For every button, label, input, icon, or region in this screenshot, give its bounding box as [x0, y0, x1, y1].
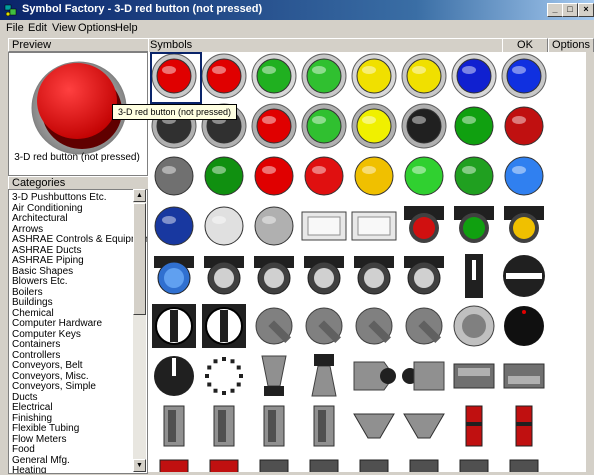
- symbol-switch-icon[interactable]: [403, 413, 445, 439]
- symbol-button-icon[interactable]: [504, 106, 544, 146]
- symbol-button-icon[interactable]: [351, 53, 397, 99]
- menu-edit[interactable]: Edit: [28, 22, 47, 34]
- preview-caption: 3-D red button (not pressed): [14, 152, 140, 163]
- scroll-up-icon[interactable]: ▲: [133, 189, 146, 202]
- symbol-knob-icon[interactable]: [152, 304, 196, 348]
- preview-header: Preview: [8, 38, 149, 52]
- symbol-switch-icon[interactable]: [359, 459, 389, 475]
- menu-bar: File Edit View Options Help: [0, 20, 594, 37]
- symbol-button-icon[interactable]: [304, 156, 344, 196]
- symbol-rect-button-icon[interactable]: [351, 211, 397, 241]
- symbol-toggle-icon[interactable]: [353, 361, 396, 391]
- symbol-selector-icon[interactable]: [404, 256, 444, 295]
- menu-options[interactable]: Options: [78, 22, 116, 34]
- symbol-button-icon[interactable]: [251, 103, 297, 149]
- menu-view[interactable]: View: [52, 22, 76, 34]
- symbol-button-icon[interactable]: [254, 206, 294, 246]
- selected-symbol-highlight: [150, 52, 202, 104]
- ok-button[interactable]: OK: [502, 38, 548, 53]
- symbol-lamp-icon[interactable]: [504, 206, 544, 243]
- symbol-button-icon[interactable]: [354, 156, 394, 196]
- symbol-rocker-icon[interactable]: [453, 363, 495, 389]
- symbol-switch-icon[interactable]: [159, 459, 189, 475]
- symbol-button-icon[interactable]: [201, 53, 247, 99]
- symbol-knob-icon[interactable]: [255, 307, 293, 345]
- symbol-tooltip: 3-D red button (not pressed): [112, 104, 237, 120]
- menu-help[interactable]: Help: [115, 22, 138, 34]
- symbol-button-icon[interactable]: [254, 156, 294, 196]
- symbol-toggle-icon[interactable]: [402, 361, 445, 391]
- symbols-header: Symbols: [150, 39, 193, 51]
- symbol-selector-icon[interactable]: [254, 256, 294, 295]
- symbol-button-icon[interactable]: [501, 53, 547, 99]
- symbol-knob-icon[interactable]: [504, 306, 544, 346]
- symbol-button-icon[interactable]: [504, 156, 544, 196]
- symbol-lamp-icon[interactable]: [404, 206, 444, 243]
- symbol-switch-icon[interactable]: [309, 459, 339, 475]
- symbol-rocker-icon[interactable]: [503, 363, 545, 389]
- symbol-switch-icon[interactable]: [353, 413, 395, 439]
- window-title: Symbol Factory - 3-D red button (not pre…: [22, 3, 263, 15]
- symbol-switch-icon[interactable]: [509, 459, 539, 475]
- symbol-button-icon[interactable]: [204, 206, 244, 246]
- options-button[interactable]: Options: [548, 38, 594, 53]
- symbol-selector-icon[interactable]: [154, 256, 194, 295]
- symbol-knob-icon[interactable]: [355, 307, 393, 345]
- symbol-switch-icon[interactable]: [465, 405, 483, 447]
- maximize-button[interactable]: □: [562, 3, 578, 17]
- app-icon: [4, 3, 18, 17]
- symbol-switch-icon[interactable]: [515, 405, 533, 447]
- symbol-switch-icon[interactable]: [409, 459, 439, 475]
- symbol-button-icon[interactable]: [301, 103, 347, 149]
- symbol-button-icon[interactable]: [154, 156, 194, 196]
- symbol-selector-icon[interactable]: [354, 256, 394, 295]
- symbol-button-icon[interactable]: [451, 53, 497, 99]
- categories-list[interactable]: 3-D Pushbuttons Etc. Air Conditioning Arch…: [8, 189, 148, 474]
- symbol-button-icon[interactable]: [404, 156, 444, 196]
- symbol-button-icon[interactable]: [401, 53, 447, 99]
- scroll-thumb[interactable]: [133, 203, 146, 315]
- symbol-lamp-icon[interactable]: [454, 206, 494, 243]
- symbol-knob-icon[interactable]: [405, 307, 443, 345]
- categories-scrollbar[interactable]: ▲ ▼: [133, 189, 146, 472]
- symbol-switch-icon[interactable]: [163, 405, 185, 447]
- symbol-knob-icon[interactable]: [202, 304, 246, 348]
- symbol-button-icon[interactable]: [401, 103, 447, 149]
- symbol-button-icon[interactable]: [351, 103, 397, 149]
- symbol-button-icon[interactable]: [251, 53, 297, 99]
- symbol-switch-icon[interactable]: [259, 459, 289, 475]
- category-item[interactable]: Heating: [12, 465, 46, 473]
- minimize-button[interactable]: _: [547, 3, 563, 17]
- symbol-selector-icon[interactable]: [304, 256, 344, 295]
- symbols-scrollbar[interactable]: [586, 52, 594, 472]
- symbol-switch-icon[interactable]: [263, 405, 285, 447]
- categories-header: Categories: [8, 176, 149, 190]
- symbol-dial-scale-icon[interactable]: [205, 357, 243, 395]
- symbol-selector-icon[interactable]: [465, 254, 483, 298]
- symbol-dial-icon[interactable]: [154, 356, 194, 396]
- symbol-button-icon[interactable]: [454, 156, 494, 196]
- symbol-button-icon[interactable]: [204, 156, 244, 196]
- symbol-lever-icon[interactable]: [261, 355, 287, 396]
- symbol-rect-button-icon[interactable]: [301, 211, 347, 241]
- symbol-selector-icon[interactable]: [503, 255, 545, 297]
- symbol-switch-icon[interactable]: [213, 405, 235, 447]
- symbol-switch-icon[interactable]: [209, 459, 239, 475]
- menu-file[interactable]: File: [6, 22, 24, 34]
- close-button[interactable]: ×: [578, 3, 594, 17]
- symbol-switch-icon[interactable]: [459, 459, 489, 475]
- symbol-knob-icon[interactable]: [305, 307, 343, 345]
- symbol-button-icon[interactable]: [454, 106, 494, 146]
- symbol-lever-icon[interactable]: [311, 354, 337, 397]
- symbol-switch-icon[interactable]: [313, 405, 335, 447]
- scroll-down-icon[interactable]: ▼: [133, 459, 146, 472]
- symbol-button-icon[interactable]: [301, 53, 347, 99]
- symbol-selector-icon[interactable]: [204, 256, 244, 295]
- symbol-knob-icon[interactable]: [453, 305, 495, 347]
- symbol-button-icon[interactable]: [154, 206, 194, 246]
